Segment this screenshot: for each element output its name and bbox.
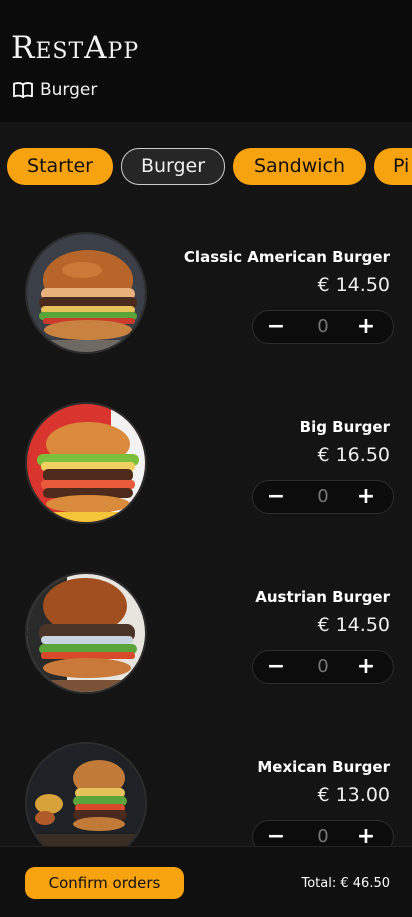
app-header: RestApp Burger [0,0,412,122]
item-name: Mexican Burger [257,758,390,776]
book-open-icon [13,82,33,99]
breadcrumb: Burger [12,80,97,100]
burger-image [25,402,147,524]
item-price: € 16.50 [317,444,390,466]
order-total: Total: € 46.50 [301,876,391,891]
menu-item: Austrian Burger € 14.50 − 0 + [0,572,412,742]
quantity-stepper: − 0 + [252,650,394,684]
category-tabs: Starter Burger Sandwich Pi [7,148,412,185]
item-name: Austrian Burger [255,588,390,606]
item-price: € 14.50 [317,274,390,296]
burger-image [25,232,147,354]
quantity-stepper: − 0 + [252,310,394,344]
burger-image [25,572,147,694]
quantity-stepper: − 0 + [252,480,394,514]
increment-button[interactable]: + [349,651,383,683]
menu-item: Classic American Burger € 14.50 − 0 + [0,232,412,402]
confirm-orders-button[interactable]: Confirm orders [25,867,184,899]
tab-burger[interactable]: Burger [121,148,225,185]
item-name: Classic American Burger [183,248,390,266]
tab-sandwich[interactable]: Sandwich [233,148,366,185]
tab-starter[interactable]: Starter [7,148,113,185]
item-price: € 14.50 [317,614,390,636]
order-footer: Confirm orders Total: € 46.50 [0,846,412,917]
app-title: RestApp [11,30,140,66]
breadcrumb-label: Burger [40,80,98,100]
increment-button[interactable]: + [349,311,383,343]
menu-item: Big Burger € 16.50 − 0 + [0,402,412,572]
item-price: € 13.00 [317,784,390,806]
increment-button[interactable]: + [349,481,383,513]
tab-pizza[interactable]: Pi [374,148,412,185]
item-name: Big Burger [299,418,390,436]
